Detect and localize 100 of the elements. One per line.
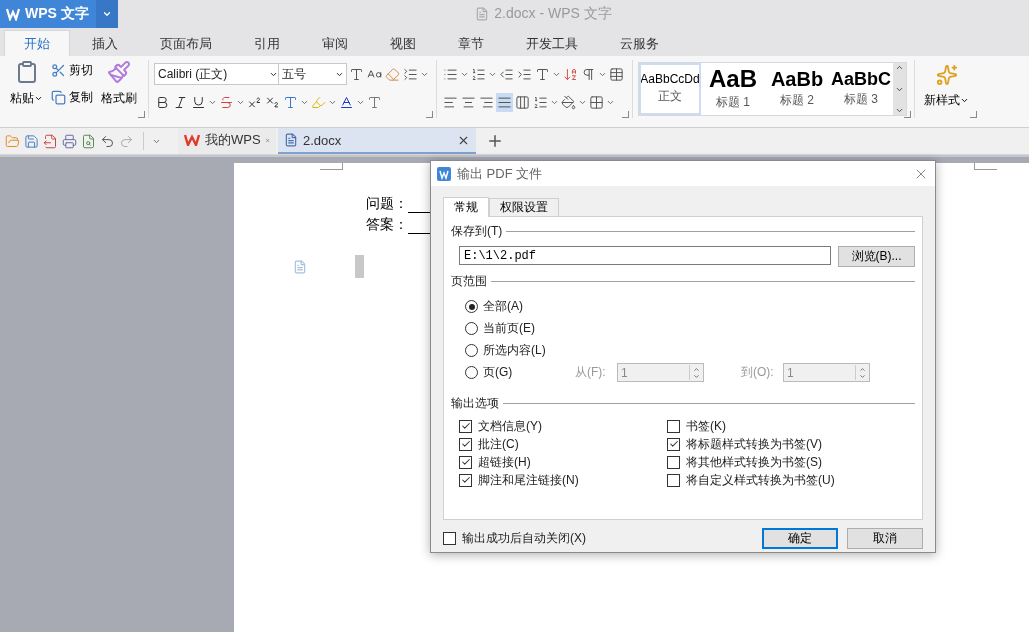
ribbon-tab[interactable]: 引用 [234, 30, 300, 56]
text-cursor [355, 255, 364, 278]
bullet-list-icon[interactable] [443, 66, 458, 82]
ribbon-tab[interactable]: 开发工具 [506, 30, 598, 56]
dialog-button[interactable]: 取消 [847, 528, 923, 549]
option-label: 将标题样式转换为书签(V) [686, 435, 822, 453]
checkbox[interactable] [459, 437, 472, 451]
border-icon[interactable] [589, 94, 604, 110]
checkbox[interactable] [667, 455, 680, 469]
checkmark-icon [460, 439, 471, 449]
document-tab[interactable]: 2.docx [278, 128, 476, 154]
style-item[interactable]: AaBbCcDd 正文 [639, 63, 701, 115]
ribbon-tab[interactable]: 云服务 [600, 30, 679, 56]
scissors-icon [51, 63, 66, 78]
ribbon-tab[interactable]: 开始 [4, 30, 70, 56]
tab-label: 我的WPS [205, 131, 261, 149]
ribbon-tab[interactable]: 审阅 [302, 30, 368, 56]
document-icon [475, 7, 490, 21]
save-icon[interactable] [24, 133, 39, 149]
checkbox[interactable] [459, 455, 472, 469]
ribbon-tab[interactable]: 章节 [438, 30, 504, 56]
path-field[interactable]: E:\1\2.pdf [459, 246, 831, 265]
expand-icon [895, 106, 904, 115]
window-title: 2.docx - WPS 文字 [494, 5, 612, 23]
justify-icon[interactable] [497, 94, 512, 110]
open-folder-icon[interactable] [5, 133, 20, 149]
font-size-select[interactable]: 五号 [278, 63, 347, 85]
font-color-icon[interactable] [339, 94, 354, 110]
undo-icon[interactable] [100, 133, 115, 149]
ribbon-tab[interactable]: 视图 [370, 30, 436, 56]
bold-icon[interactable] [155, 94, 170, 110]
checkbox[interactable] [459, 473, 472, 487]
indent-increase-icon[interactable] [517, 66, 532, 82]
option-label: 全部(A) [483, 298, 523, 315]
margin-mark [320, 163, 343, 170]
checkmark-icon [460, 421, 471, 431]
cut-button[interactable]: 剪切 [49, 62, 95, 79]
option-label: 页(G) [483, 364, 513, 381]
caret-icon [960, 96, 969, 105]
tab-label: 2.docx [303, 132, 342, 148]
subscript-icon[interactable] [265, 94, 280, 110]
line-spacing-icon[interactable] [533, 94, 548, 110]
option-label: 脚注和尾注链接(N) [478, 471, 579, 489]
launcher-icon[interactable] [970, 111, 977, 118]
paste-button[interactable]: 粘贴 [6, 60, 47, 107]
shading-icon[interactable] [561, 94, 576, 110]
superscript-icon[interactable] [247, 94, 262, 110]
option-label: 所选内容(L) [483, 342, 546, 359]
app-menu-button[interactable]: WPS 文字 [0, 0, 96, 28]
document-text: 问题： [366, 195, 408, 213]
dialog-title: 输出 PDF 文件 [457, 164, 544, 183]
paragraph-mark-icon[interactable] [581, 66, 596, 82]
document-icon [284, 133, 298, 147]
ribbon-tab[interactable]: 插入 [72, 30, 138, 56]
browse-button[interactable]: 浏览(B)... [838, 246, 915, 267]
copy-icon [51, 90, 66, 105]
table-icon[interactable] [609, 66, 624, 82]
copy-button[interactable]: 复制 [49, 89, 95, 106]
section-label: 输出选项 [451, 395, 499, 412]
checkmark-icon [460, 475, 471, 485]
underline-icon[interactable] [191, 94, 206, 110]
option-label: 将其他样式转换为书签(S) [686, 453, 822, 471]
launcher-icon[interactable] [426, 111, 433, 118]
checkbox[interactable] [667, 437, 680, 451]
checkbox[interactable] [443, 532, 456, 545]
indent-decrease-icon[interactable] [499, 66, 514, 82]
option-label: 批注(C) [478, 435, 519, 453]
option-label: 超链接(H) [478, 453, 531, 471]
distribute-icon[interactable] [515, 94, 530, 110]
checkbox[interactable] [459, 419, 472, 433]
print-preview-icon[interactable] [81, 133, 96, 149]
option-label: 文档信息(Y) [478, 417, 542, 435]
document-tab[interactable]: 我的WPS [178, 128, 276, 154]
align-right-icon[interactable] [479, 94, 494, 110]
dialog-tab[interactable]: 权限设置 [489, 198, 559, 216]
new-style-button[interactable]: 新样式 [920, 60, 973, 109]
text-effect-icon[interactable] [283, 94, 298, 110]
export-pdf-icon[interactable] [43, 133, 58, 149]
launcher-icon[interactable] [904, 111, 911, 118]
format-painter-button[interactable]: 格式刷 [97, 60, 141, 107]
align-center-icon[interactable] [461, 94, 476, 110]
launcher-icon[interactable] [138, 111, 145, 118]
dialog-tab[interactable]: 常规 [443, 197, 489, 217]
dialog-button[interactable]: 确定 [762, 528, 838, 549]
strikethrough-icon[interactable] [219, 94, 234, 110]
sort-icon[interactable] [563, 66, 578, 82]
new-tab-icon[interactable] [486, 132, 504, 150]
print-icon[interactable] [62, 133, 77, 149]
font-name-select[interactable]: Calibri (正文) [154, 63, 281, 85]
checkbox[interactable] [667, 419, 680, 433]
option-label: 将自定义样式转换为书签(U) [686, 471, 835, 489]
ribbon-tab[interactable]: 页面布局 [140, 30, 232, 56]
launcher-icon[interactable] [622, 111, 629, 118]
margin-mark [974, 163, 997, 170]
italic-icon[interactable] [173, 94, 188, 110]
numbered-list-icon[interactable] [471, 66, 486, 82]
field-label: 从(F): [575, 364, 607, 381]
checkbox[interactable] [667, 473, 680, 487]
align-left-icon[interactable] [443, 94, 458, 110]
gallery-scrollbar[interactable] [893, 63, 906, 115]
